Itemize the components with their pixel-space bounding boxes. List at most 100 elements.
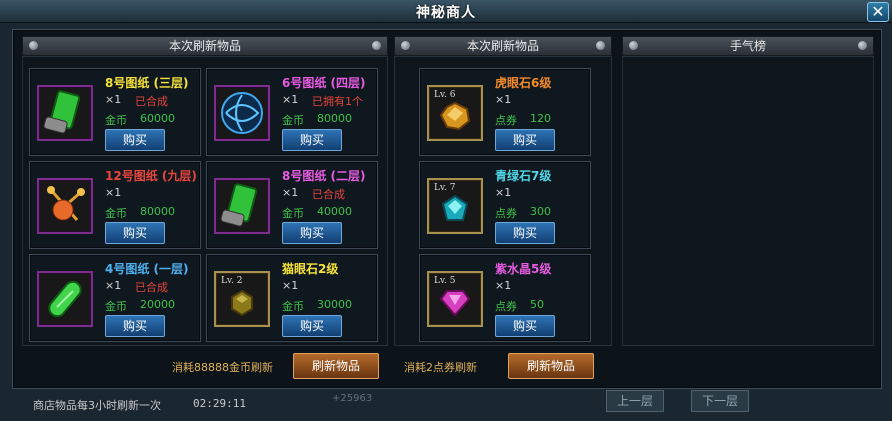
item-status: 已合成: [135, 281, 168, 294]
item-quantity: ×1: [495, 186, 512, 199]
shop-item: 12号图纸 (九层) ×1 金币 80000 购买: [29, 161, 201, 249]
item-icon-frame[interactable]: [37, 85, 93, 141]
buy-button[interactable]: 购买: [495, 315, 555, 337]
header-knob-icon: [401, 41, 410, 50]
points-refresh-button[interactable]: 刷新物品: [508, 353, 594, 379]
item-name: 紫水晶5级: [495, 262, 552, 276]
buy-button[interactable]: 购买: [495, 222, 555, 244]
buy-button[interactable]: 购买: [105, 222, 165, 244]
item-icon-frame[interactable]: [37, 178, 93, 234]
currency-label: 金币: [105, 114, 127, 127]
item-level: Lv. 7: [434, 183, 456, 193]
gold-refresh-button[interactable]: 刷新物品: [293, 353, 379, 379]
refresh-countdown: 02:29:11: [193, 397, 246, 410]
item-status: 已拥有1个: [312, 95, 363, 108]
close-button[interactable]: ✕: [867, 2, 889, 22]
item-quantity: ×1: [282, 186, 299, 199]
item-quantity: ×1: [105, 186, 122, 199]
item-name: 6号图纸 (四层): [282, 76, 366, 90]
item-price: 80000: [317, 112, 352, 125]
currency-label: 点券: [495, 114, 517, 127]
item-name: 4号图纸 (一层): [105, 262, 189, 276]
currency-label: 金币: [282, 300, 304, 313]
item-quantity: ×1: [282, 279, 299, 292]
item-price: 80000: [140, 205, 175, 218]
item-quantity: ×1: [495, 93, 512, 106]
luck-ranking-list: [622, 56, 874, 346]
item-price: 30000: [317, 298, 352, 311]
item-quantity: ×1: [495, 279, 512, 292]
currency-label: 金币: [282, 114, 304, 127]
header-knob-icon: [629, 41, 638, 50]
left-column-header: 本次刷新物品: [22, 36, 388, 56]
currency-label: 金币: [105, 207, 127, 220]
item-icon-frame[interactable]: [37, 271, 93, 327]
item-quantity: ×1: [105, 279, 122, 292]
next-floor-button[interactable]: 下一层: [691, 390, 749, 412]
close-icon: ✕: [871, 2, 885, 21]
points-refresh-cost: 消耗2点券刷新: [404, 361, 477, 374]
header-knob-icon: [372, 41, 381, 50]
gold-refresh-cost: 消耗88888金币刷新: [172, 361, 273, 374]
buy-button[interactable]: 购买: [282, 129, 342, 151]
item-price: 20000: [140, 298, 175, 311]
shop-item: Lv. 5 紫水晶5级 ×1 点券 50 购买: [419, 254, 591, 342]
header-knob-icon: [29, 41, 38, 50]
shop-item: 4号图纸 (一层) ×1 已合成 金币 20000 购买: [29, 254, 201, 342]
item-name: 青绿石7级: [495, 169, 552, 183]
item-price: 300: [530, 205, 551, 218]
buy-button[interactable]: 购买: [282, 315, 342, 337]
molecule-icon: [47, 186, 85, 221]
shop-item: Lv. 2 猫眼石2级 ×1 金币 30000 购买: [206, 254, 378, 342]
green-scroll-icon: [43, 90, 81, 134]
item-price: 50: [530, 298, 544, 311]
green-scroll-icon: [220, 183, 258, 227]
item-price: 40000: [317, 205, 352, 218]
item-name: 虎眼石6级: [495, 76, 552, 90]
background-score: +25963: [332, 393, 373, 404]
blue-orb-icon: [221, 92, 263, 134]
item-icon-frame[interactable]: Lv. 2: [214, 271, 270, 327]
title-bar: 神秘商人 ✕: [0, 0, 892, 23]
item-quantity: ×1: [282, 93, 299, 106]
buy-button[interactable]: 购买: [282, 222, 342, 244]
currency-label: 金币: [105, 300, 127, 313]
currency-label: 点券: [495, 207, 517, 220]
refresh-interval-note: 商店物品每3小时刷新一次: [33, 399, 161, 412]
item-quantity: ×1: [105, 93, 122, 106]
right-column-header: 手气榜: [622, 36, 874, 56]
item-level: Lv. 6: [434, 90, 456, 100]
middle-column-header: 本次刷新物品: [394, 36, 612, 56]
item-level: Lv. 5: [434, 276, 456, 286]
buy-button[interactable]: 购买: [495, 129, 555, 151]
item-icon-frame[interactable]: Lv. 6: [427, 85, 483, 141]
prev-floor-button[interactable]: 上一层: [606, 390, 664, 412]
item-price: 120: [530, 112, 551, 125]
item-icon-frame[interactable]: [214, 178, 270, 234]
shop-item: 8号图纸 (二层) ×1 已合成 金币 40000 购买: [206, 161, 378, 249]
header-knob-icon: [596, 41, 605, 50]
item-icon-frame[interactable]: Lv. 5: [427, 271, 483, 327]
currency-label: 金币: [282, 207, 304, 220]
shop-item: 8号图纸 (三层) ×1 已合成 金币 60000 购买: [29, 68, 201, 156]
item-name: 8号图纸 (二层): [282, 169, 366, 183]
left-column-title: 本次刷新物品: [168, 39, 241, 53]
buy-button[interactable]: 购买: [105, 315, 165, 337]
window-title: 神秘商人: [416, 5, 476, 21]
item-level: Lv. 2: [221, 276, 243, 286]
item-icon-frame[interactable]: Lv. 7: [427, 178, 483, 234]
item-icon-frame[interactable]: [214, 85, 270, 141]
buy-button[interactable]: 购买: [105, 129, 165, 151]
right-column-title: 手气榜: [729, 39, 766, 53]
shop-item: Lv. 6 虎眼石6级 ×1 点券 120 购买: [419, 68, 591, 156]
item-name: 猫眼石2级: [282, 262, 339, 276]
item-name: 12号图纸 (九层): [105, 169, 197, 183]
shop-item: Lv. 7 青绿石7级 ×1 点券 300 购买: [419, 161, 591, 249]
item-status: 已合成: [312, 188, 345, 201]
item-status: 已合成: [135, 95, 168, 108]
item-price: 60000: [140, 112, 175, 125]
green-capsule-icon: [48, 280, 82, 318]
currency-label: 点券: [495, 300, 517, 313]
shop-item: 6号图纸 (四层) ×1 已拥有1个 金币 80000 购买: [206, 68, 378, 156]
header-knob-icon: [858, 41, 867, 50]
